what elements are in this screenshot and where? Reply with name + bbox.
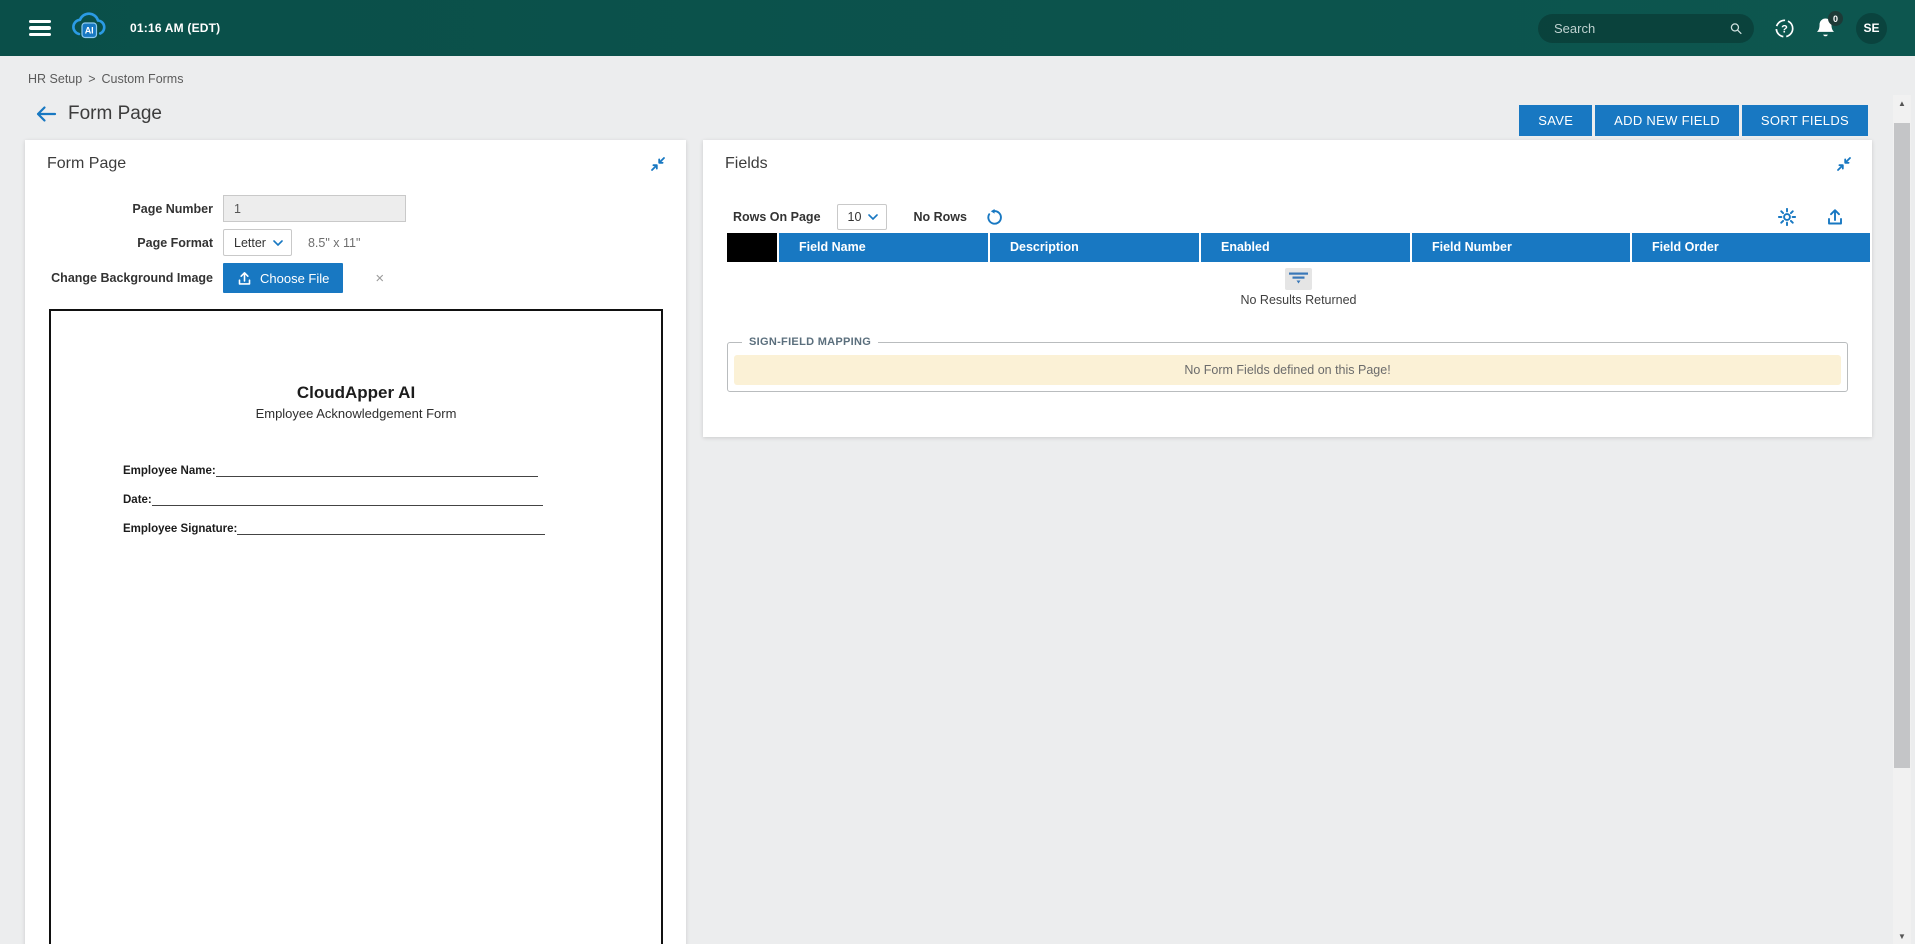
breadcrumb-hr-setup[interactable]: HR Setup bbox=[28, 72, 82, 86]
choose-file-button[interactable]: Choose File bbox=[223, 263, 343, 293]
signature-line bbox=[216, 466, 538, 477]
change-background-image-label: Change Background Image bbox=[25, 271, 213, 285]
sort-fields-button[interactable]: SORT FIELDS bbox=[1742, 105, 1868, 136]
preview-field-label: Employee Name: bbox=[123, 465, 216, 477]
preview-field-date: Date: bbox=[123, 494, 661, 506]
empty-filter-icon bbox=[1285, 268, 1312, 290]
no-form-fields-alert: No Form Fields defined on this Page! bbox=[734, 355, 1841, 385]
notifications-bell-icon[interactable]: 0 bbox=[1815, 17, 1836, 39]
add-new-field-button[interactable]: ADD NEW FIELD bbox=[1595, 105, 1739, 136]
svg-text:?: ? bbox=[1781, 23, 1788, 35]
form-page-panel: Form Page Page Number Page Format Letter bbox=[25, 140, 686, 944]
column-field-number: Field Number bbox=[1410, 233, 1630, 262]
breadcrumb-custom-forms[interactable]: Custom Forms bbox=[102, 72, 184, 86]
preview-subtitle: Employee Acknowledgement Form bbox=[51, 406, 661, 421]
export-icon[interactable] bbox=[1826, 208, 1844, 226]
back-arrow-icon[interactable] bbox=[35, 105, 57, 123]
row-count-text: No Rows bbox=[913, 210, 966, 224]
user-avatar[interactable]: SE bbox=[1856, 13, 1887, 44]
refresh-icon[interactable] bbox=[985, 209, 1002, 226]
hamburger-menu-icon[interactable] bbox=[29, 20, 51, 37]
preview-title: CloudApper AI bbox=[51, 383, 661, 403]
scroll-up-arrow[interactable]: ▲ bbox=[1893, 95, 1911, 111]
search-input[interactable] bbox=[1554, 21, 1730, 36]
rows-per-page-select[interactable]: 10 bbox=[837, 204, 888, 230]
page-format-label: Page Format bbox=[25, 236, 213, 250]
fields-table-header: Field Name Description Enabled Field Num… bbox=[727, 233, 1870, 262]
collapse-panel-icon[interactable] bbox=[1836, 156, 1852, 172]
column-enabled: Enabled bbox=[1199, 233, 1410, 262]
choose-file-label: Choose File bbox=[260, 271, 329, 286]
scroll-down-arrow[interactable]: ▼ bbox=[1893, 928, 1911, 944]
cloud-ai-logo-icon: AI bbox=[68, 10, 110, 46]
gear-icon[interactable] bbox=[1778, 208, 1796, 226]
page-format-dimensions: 8.5" x 11" bbox=[308, 236, 360, 250]
sign-field-mapping-legend: SIGN-FIELD MAPPING bbox=[742, 336, 878, 348]
column-select bbox=[727, 233, 777, 262]
fields-panel-title: Fields bbox=[725, 155, 768, 173]
sign-field-mapping-section: SIGN-FIELD MAPPING No Form Fields define… bbox=[727, 336, 1848, 392]
no-results-text: No Results Returned bbox=[727, 293, 1870, 307]
column-description: Description bbox=[988, 233, 1199, 262]
page-format-value: Letter bbox=[234, 236, 266, 250]
remove-background-icon[interactable]: × bbox=[375, 270, 384, 287]
signature-line bbox=[237, 524, 545, 535]
breadcrumb: HR Setup > Custom Forms bbox=[28, 72, 183, 86]
form-preview: CloudApper AI Employee Acknowledgement F… bbox=[49, 309, 663, 944]
help-icon[interactable]: ? bbox=[1774, 18, 1795, 39]
page-number-label: Page Number bbox=[25, 202, 213, 216]
rows-on-page-label: Rows On Page bbox=[733, 210, 821, 224]
page-title: Form Page bbox=[68, 103, 162, 125]
signature-line bbox=[152, 495, 543, 506]
cloudapper-logo[interactable]: AI bbox=[68, 10, 110, 46]
fields-panel: Fields Rows On Page 10 No Rows bbox=[703, 140, 1872, 437]
chevron-down-icon bbox=[868, 214, 878, 220]
top-bar: AI 01:16 AM (EDT) ? 0 SE bbox=[0, 0, 1915, 56]
preview-field-label: Employee Signature: bbox=[123, 523, 237, 535]
column-field-order: Field Order bbox=[1630, 233, 1870, 262]
save-button[interactable]: SAVE bbox=[1519, 105, 1592, 136]
svg-text:AI: AI bbox=[85, 26, 94, 36]
page-format-select[interactable]: Letter bbox=[223, 229, 292, 256]
rows-per-page-value: 10 bbox=[848, 210, 862, 224]
clock-time: 01:16 AM (EDT) bbox=[130, 21, 220, 35]
search-icon[interactable] bbox=[1730, 20, 1742, 37]
breadcrumb-separator: > bbox=[88, 72, 95, 86]
form-panel-title: Form Page bbox=[47, 155, 126, 173]
chevron-down-icon bbox=[273, 240, 283, 246]
column-field-name: Field Name bbox=[777, 233, 988, 262]
upload-icon bbox=[237, 271, 252, 286]
page-number-input[interactable] bbox=[223, 195, 406, 222]
vertical-scrollbar[interactable]: ▲ ▼ bbox=[1893, 95, 1911, 944]
notification-count-badge: 0 bbox=[1828, 11, 1843, 26]
collapse-panel-icon[interactable] bbox=[650, 156, 666, 172]
scrollbar-thumb[interactable] bbox=[1894, 123, 1910, 768]
search-box[interactable] bbox=[1538, 14, 1754, 43]
preview-field-employee-name: Employee Name: bbox=[123, 465, 661, 477]
preview-field-employee-signature: Employee Signature: bbox=[123, 523, 661, 535]
preview-field-label: Date: bbox=[123, 494, 152, 506]
